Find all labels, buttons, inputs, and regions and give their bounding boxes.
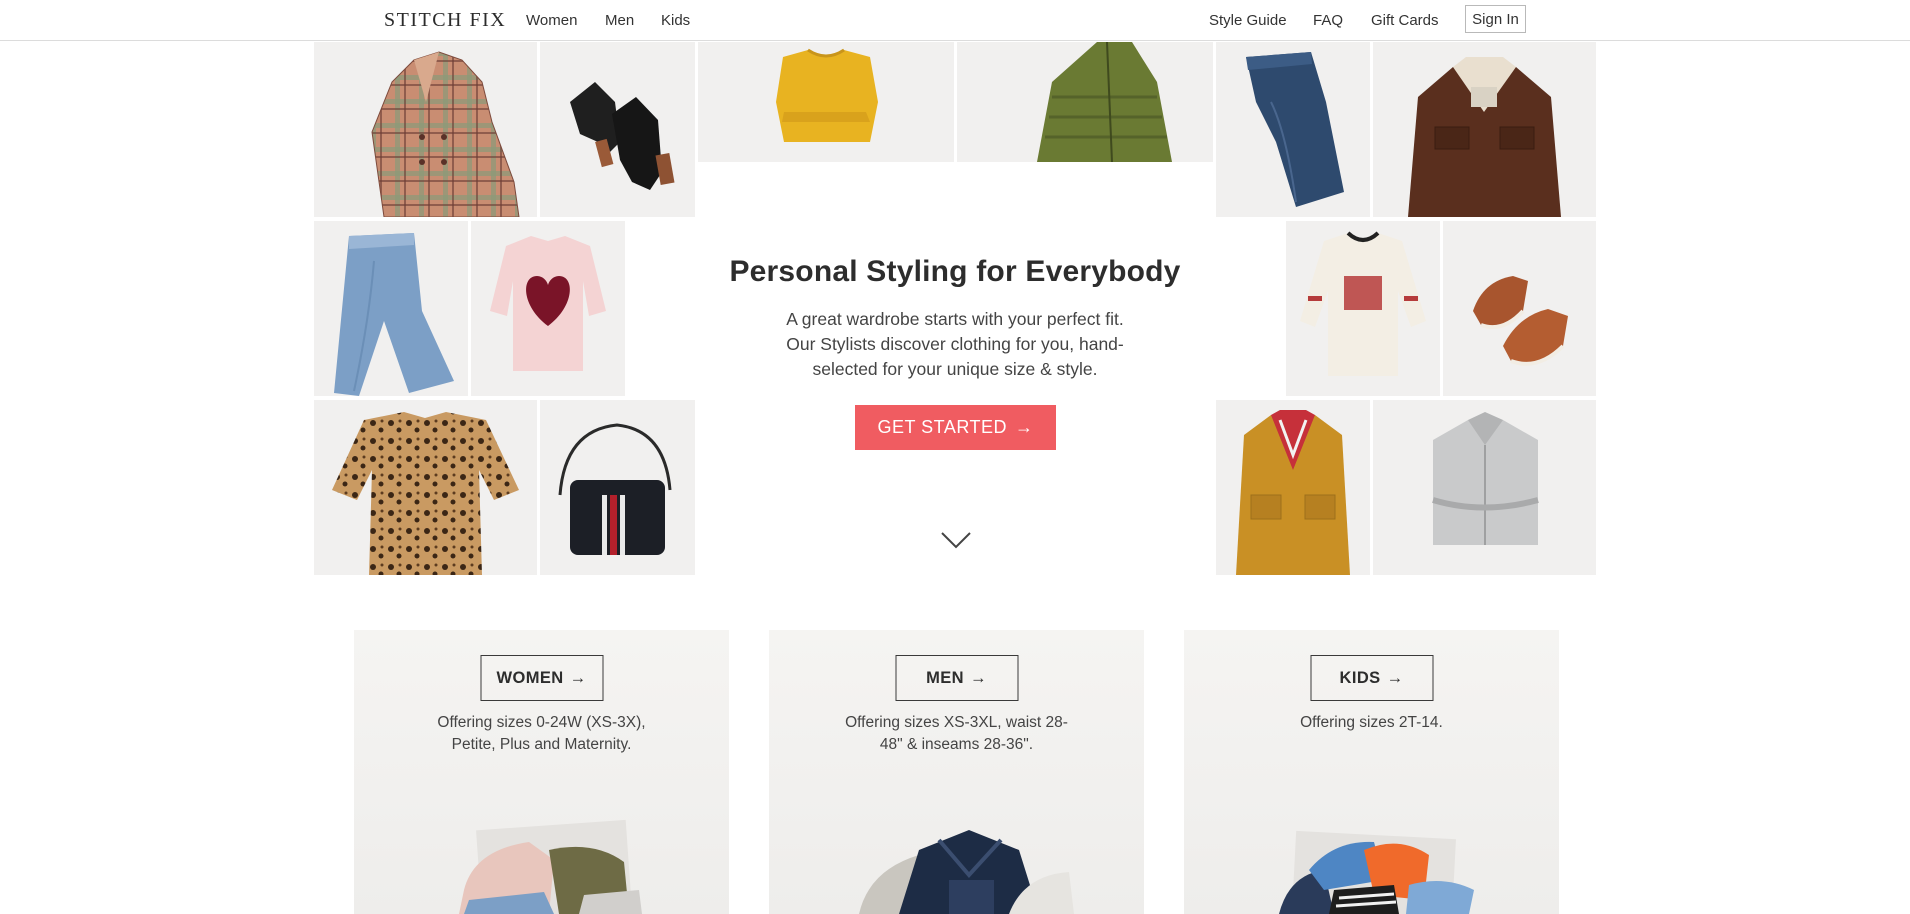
women-label: WOMEN bbox=[496, 668, 564, 687]
graphic-long-sleeve-tee-image bbox=[1286, 221, 1440, 396]
men-button[interactable]: MEN → bbox=[895, 655, 1018, 701]
green-puffer-jacket-image bbox=[957, 42, 1213, 162]
men-description-line: Offering sizes XS-3XL, waist 28- bbox=[845, 714, 1068, 731]
brown-corduroy-jacket-image bbox=[1373, 42, 1596, 217]
plaid-coat-image bbox=[314, 42, 537, 217]
arrow-right-icon: → bbox=[969, 668, 987, 687]
sign-in-button[interactable]: Sign In bbox=[1465, 5, 1526, 33]
men-description-line: 48" & inseams 28-36". bbox=[879, 736, 1034, 753]
dark-denim-jeans-image bbox=[1216, 42, 1370, 217]
women-description: Offering sizes 0-24W (XS-3X), Petite, Pl… bbox=[422, 712, 662, 756]
hero-description-line: A great wardrobe starts with your perfec… bbox=[786, 309, 1124, 329]
get-started-button[interactable]: GET STARTED → bbox=[855, 405, 1056, 450]
hero-description: A great wardrobe starts with your perfec… bbox=[745, 307, 1165, 382]
women-description-line: Offering sizes 0-24W (XS-3X), bbox=[437, 714, 646, 731]
kids-clothing-stack-image bbox=[1279, 830, 1474, 914]
stitch-fix-logo[interactable]: STITCH FIX bbox=[384, 9, 506, 32]
kids-description-line: Offering sizes 2T-14. bbox=[1300, 714, 1443, 731]
women-clothing-stack-image bbox=[459, 819, 642, 914]
black-ankle-boots-image bbox=[540, 42, 695, 217]
kids-description: Offering sizes 2T-14. bbox=[1252, 712, 1492, 734]
nav-link-gift-cards[interactable]: Gift Cards bbox=[1371, 12, 1439, 29]
yellow-sweater-image bbox=[698, 42, 954, 162]
men-description: Offering sizes XS-3XL, waist 28- 48" & i… bbox=[837, 712, 1077, 756]
get-started-label: GET STARTED bbox=[877, 417, 1008, 437]
arrow-right-icon: → bbox=[1015, 417, 1034, 437]
chevron-down-icon[interactable] bbox=[940, 530, 972, 550]
kids-label: KIDS bbox=[1339, 668, 1381, 687]
top-navigation: STITCH FIX Women Men Kids Style Guide FA… bbox=[0, 0, 1910, 41]
women-description-line: Petite, Plus and Maternity. bbox=[451, 736, 632, 753]
nav-link-faq[interactable]: FAQ bbox=[1313, 12, 1343, 29]
category-card-women[interactable]: WOMEN → Offering sizes 0-24W (XS-3X), Pe… bbox=[354, 630, 729, 914]
hero-description-line: selected for your unique size & style. bbox=[812, 359, 1098, 379]
kids-button[interactable]: KIDS → bbox=[1310, 655, 1433, 701]
nav-link-kids[interactable]: Kids bbox=[661, 12, 690, 29]
pink-heart-sweater-image bbox=[471, 221, 625, 396]
arrow-right-icon: → bbox=[569, 668, 587, 687]
grey-button-down-shirt-image bbox=[1373, 400, 1596, 575]
hero-title: Personal Styling for Everybody bbox=[729, 255, 1181, 288]
nav-link-women[interactable]: Women bbox=[526, 12, 577, 29]
women-button[interactable]: WOMEN → bbox=[480, 655, 603, 701]
category-card-kids[interactable]: KIDS → Offering sizes 2T-14. bbox=[1184, 630, 1559, 914]
mustard-shirt-jacket-image bbox=[1216, 400, 1370, 575]
category-card-men[interactable]: MEN → Offering sizes XS-3XL, waist 28- 4… bbox=[769, 630, 1144, 914]
men-label: MEN bbox=[926, 668, 964, 687]
black-crossbody-bag-image bbox=[540, 400, 695, 575]
men-clothing-stack-image bbox=[859, 830, 1074, 914]
hero-description-line: Our Stylists discover clothing for you, … bbox=[786, 334, 1124, 354]
nav-link-men[interactable]: Men bbox=[605, 12, 634, 29]
brown-leather-sneakers-image bbox=[1443, 221, 1596, 396]
leopard-print-blouse-image bbox=[314, 400, 537, 575]
nav-link-style-guide[interactable]: Style Guide bbox=[1209, 12, 1287, 29]
arrow-right-icon: → bbox=[1386, 668, 1404, 687]
light-denim-jeans-image bbox=[314, 221, 468, 396]
